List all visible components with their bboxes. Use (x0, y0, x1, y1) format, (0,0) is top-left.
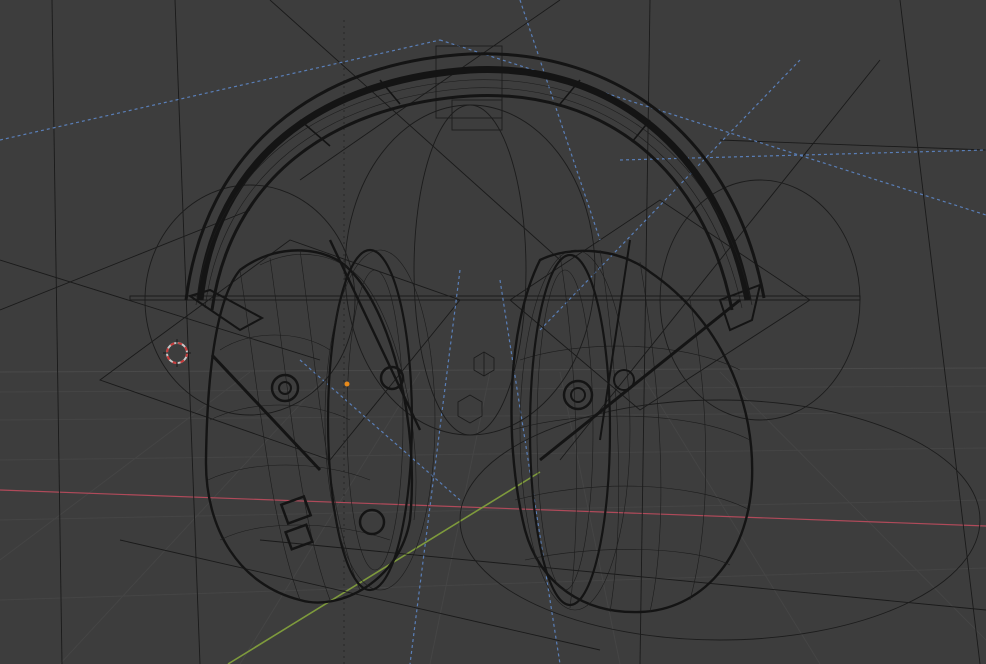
floor-grid (0, 367, 986, 664)
headband-mesh (184, 52, 766, 332)
y-axis-line (227, 471, 541, 664)
light-shape-helpers (144, 45, 981, 641)
small-empties (457, 351, 495, 424)
object-origin-dot (344, 381, 350, 387)
left-earcup-mesh (204, 239, 436, 604)
3d-viewport[interactable] (0, 0, 986, 664)
3d-cursor-icon[interactable] (163, 339, 191, 367)
x-axis-line (0, 489, 986, 527)
wireframe-scene (0, 0, 986, 664)
